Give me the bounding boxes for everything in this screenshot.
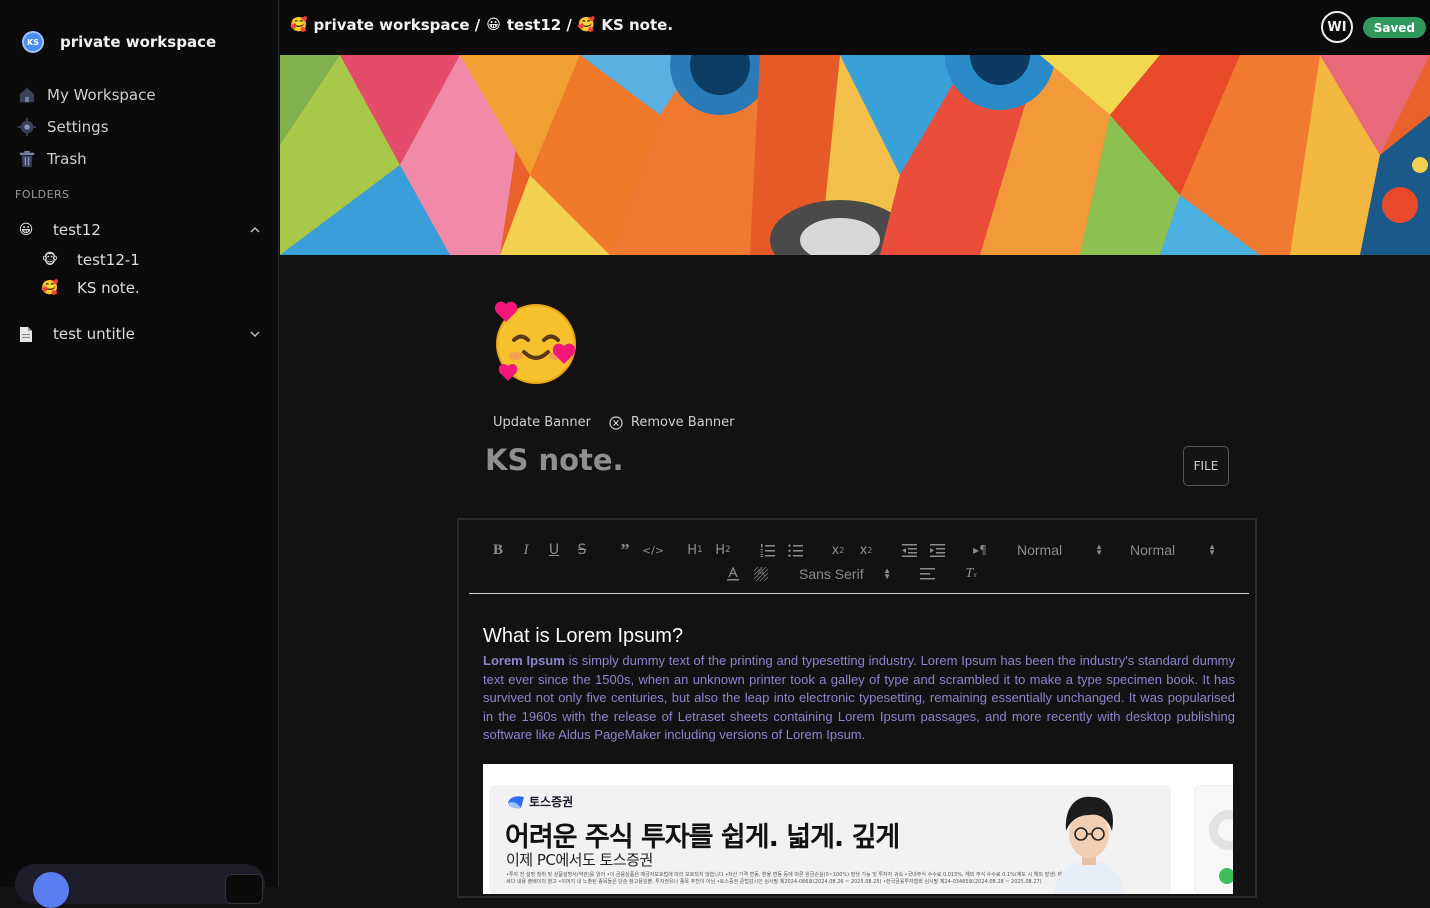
ad-card: 토스증권 어려운 주식 투자를 쉽게. 넓게. 깊게 이제 PC에서도 토스증권… bbox=[489, 785, 1171, 894]
workspace-switcher[interactable]: KS private workspace bbox=[22, 31, 216, 53]
bold-button[interactable]: B bbox=[491, 540, 505, 560]
bullet-list-icon[interactable] bbox=[787, 540, 803, 560]
strike-button[interactable]: S bbox=[575, 540, 589, 560]
outdent-icon[interactable] bbox=[901, 540, 917, 560]
folder-test-untitle[interactable]: test untitle bbox=[17, 320, 262, 348]
smiling-face-with-hearts-icon: 🥰 bbox=[41, 280, 59, 296]
avatar[interactable]: WI bbox=[1321, 11, 1353, 43]
editor-toolbar: B I U S ” </> H1 H2 x2 x2 ▸¶ Normal ▲ ▼ N… bbox=[469, 528, 1249, 594]
workspace-logo: KS bbox=[22, 31, 44, 53]
remove-banner-button[interactable]: Remove Banner bbox=[609, 415, 735, 430]
code-icon[interactable]: </> bbox=[642, 540, 664, 560]
grinning-face-icon: 😀 bbox=[18, 222, 34, 238]
italic-button[interactable]: I bbox=[519, 540, 533, 560]
sidebar-item-settings[interactable]: Settings bbox=[17, 111, 156, 143]
banner-actions: Update Banner Remove Banner bbox=[493, 415, 735, 430]
background-color-icon[interactable] bbox=[753, 564, 769, 584]
trash-icon bbox=[17, 149, 37, 169]
sidebar-nav: My Workspace Settings Trash bbox=[17, 79, 156, 175]
folder-test12[interactable]: 😀 test12 bbox=[17, 216, 262, 244]
smiling-face-with-hearts-icon: 🥰 bbox=[577, 17, 596, 33]
breadcrumb-label: KS note. bbox=[601, 16, 674, 34]
size-select[interactable]: Normal ▲ ▼ bbox=[1017, 540, 1103, 560]
page-title[interactable]: KS note. bbox=[485, 443, 624, 477]
ad-person-image bbox=[1054, 796, 1124, 894]
monkey-face-icon: 🐵 bbox=[41, 252, 59, 268]
file-button[interactable]: FILE bbox=[1183, 446, 1229, 486]
superscript-button[interactable]: x2 bbox=[857, 540, 875, 560]
breadcrumb-label: private workspace / bbox=[313, 16, 481, 34]
font-select[interactable]: Sans Serif ▲ ▼ bbox=[799, 564, 891, 584]
top-bar: 🥰 private workspace / 😀 test12 / 🥰 KS no… bbox=[280, 0, 1430, 55]
grinning-face-icon: 😀 bbox=[486, 17, 501, 33]
folder-label: test12 bbox=[53, 221, 101, 239]
sidebar-item-label: My Workspace bbox=[47, 86, 156, 104]
rich-text-editor: B I U S ” </> H1 H2 x2 x2 ▸¶ Normal ▲ ▼ N… bbox=[457, 518, 1257, 898]
folder-tree: 😀 test12 🐵 test12-1 🥰 KS note. test unti… bbox=[17, 216, 262, 348]
page-label: KS note. bbox=[77, 279, 140, 297]
blockquote-icon[interactable]: ” bbox=[617, 540, 633, 560]
close-circle-icon bbox=[609, 415, 623, 430]
user-menu[interactable] bbox=[15, 864, 265, 908]
select-arrows-icon: ▲ ▼ bbox=[883, 566, 891, 581]
page-banner-image bbox=[280, 55, 1430, 255]
page-icon[interactable] bbox=[492, 300, 578, 386]
sidebar-item-trash[interactable]: Trash bbox=[17, 143, 156, 175]
text-color-icon[interactable] bbox=[725, 564, 741, 584]
ad-card-secondary bbox=[1194, 785, 1233, 894]
breadcrumb-label: test12 / bbox=[506, 16, 572, 34]
page-label: test12-1 bbox=[77, 251, 140, 269]
workspace-name: private workspace bbox=[60, 33, 217, 51]
page-test12-1[interactable]: 🐵 test12-1 bbox=[17, 246, 262, 274]
chevron-up-icon[interactable] bbox=[248, 223, 262, 237]
indent-icon[interactable] bbox=[929, 540, 945, 560]
select-arrows-icon: ▲ ▼ bbox=[1208, 542, 1216, 557]
home-icon bbox=[17, 85, 37, 105]
smiling-face-with-hearts-icon: 🥰 bbox=[290, 17, 308, 33]
subscript-button[interactable]: x2 bbox=[829, 540, 847, 560]
content-heading: What is Lorem Ipsum? bbox=[483, 625, 684, 647]
embedded-ad-image[interactable]: 토스증권 어려운 주식 투자를 쉽게. 넓게. 깊게 이제 PC에서도 토스증권… bbox=[483, 764, 1233, 894]
content-paragraph: Lorem Ipsum is simply dummy text of the … bbox=[483, 653, 1236, 742]
ad-fine-print: •투자 전 설명 청취 및 상품설명서(약관)를 읽어 •이 금융상품은 예금자… bbox=[506, 872, 1062, 885]
header-select[interactable]: Normal ▲ ▼ bbox=[1130, 540, 1216, 560]
breadcrumb-folder[interactable]: 😀 test12 / bbox=[486, 16, 572, 34]
sidebar: KS private workspace My Workspace Settin… bbox=[0, 0, 279, 908]
gear-icon bbox=[17, 117, 37, 137]
breadcrumb-page[interactable]: 🥰 KS note. bbox=[578, 16, 673, 34]
rtl-direction-icon[interactable]: ▸¶ bbox=[971, 540, 989, 560]
folders-heading: FOLDERS bbox=[15, 188, 70, 201]
status-badge: Saved bbox=[1362, 17, 1426, 38]
sidebar-item-label: Trash bbox=[47, 150, 87, 168]
user-menu-button[interactable] bbox=[225, 874, 263, 904]
document-icon bbox=[17, 325, 35, 343]
select-arrows-icon: ▲ ▼ bbox=[1095, 542, 1103, 557]
ordered-list-icon[interactable] bbox=[759, 540, 775, 560]
ad-subline: 이제 PC에서도 토스증권 bbox=[506, 851, 653, 869]
underline-button[interactable]: U bbox=[547, 540, 561, 560]
folder-label: test untitle bbox=[53, 325, 135, 343]
h2-button[interactable]: H2 bbox=[713, 540, 733, 560]
align-icon[interactable] bbox=[919, 564, 935, 584]
update-banner-button[interactable]: Update Banner bbox=[493, 415, 591, 430]
breadcrumb: 🥰 private workspace / 😀 test12 / 🥰 KS no… bbox=[290, 16, 673, 34]
clear-format-icon[interactable]: Tx bbox=[963, 564, 979, 584]
sidebar-item-label: Settings bbox=[47, 118, 109, 136]
toss-logo-icon bbox=[508, 795, 524, 808]
editor-content[interactable]: What is Lorem Ipsum? Lorem Ipsum is simp… bbox=[483, 625, 1235, 745]
sidebar-item-my-workspace[interactable]: My Workspace bbox=[17, 79, 156, 111]
page-ks-note[interactable]: 🥰 KS note. bbox=[17, 274, 262, 302]
h1-button[interactable]: H1 bbox=[685, 540, 705, 560]
ad-brand: 토스증권 bbox=[507, 793, 573, 810]
avatar bbox=[33, 872, 69, 908]
chevron-down-icon[interactable] bbox=[248, 327, 262, 341]
breadcrumb-workspace[interactable]: 🥰 private workspace / bbox=[290, 16, 480, 34]
